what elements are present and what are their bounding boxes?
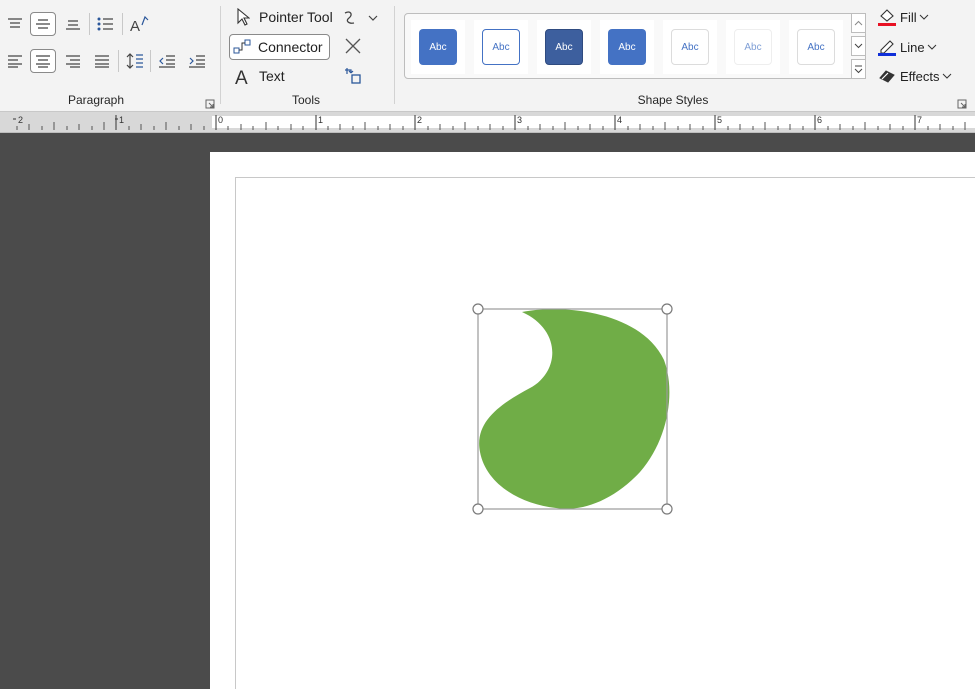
shape-styles-dialog-launcher-icon[interactable] — [957, 96, 967, 109]
fill-label: Fill — [900, 9, 917, 25]
gallery-scroll-down-icon[interactable] — [851, 36, 866, 56]
gallery-scroll-up-icon[interactable] — [851, 13, 866, 33]
divider — [122, 13, 123, 35]
ruler-number: 5 — [717, 115, 723, 125]
text-direction-icon[interactable]: A — [126, 12, 152, 36]
ruler-minus-marks — [13, 118, 16, 120]
align-middle-icon[interactable] — [30, 12, 56, 36]
effects-icon — [877, 66, 897, 86]
ruler-number: 3 — [517, 115, 523, 125]
chevron-down-icon — [919, 14, 928, 20]
align-right-icon[interactable] — [60, 49, 86, 73]
align-left-icon[interactable] — [2, 49, 28, 73]
ribbon: A Paragraph Pointer Tool Connector A Tex… — [0, 0, 975, 112]
divider — [118, 50, 119, 72]
fill-button[interactable]: Fill — [877, 6, 929, 28]
style-swatch-7[interactable]: Abc — [789, 20, 843, 74]
ruler-number: 0 — [218, 115, 224, 125]
style-chip: Abc — [419, 29, 457, 65]
shape-styles-gallery: Abc Abc Abc Abc Abc Abc Abc — [404, 13, 866, 79]
pointer-tool-button[interactable]: Pointer Tool — [233, 5, 333, 29]
style-swatch-1[interactable]: Abc — [411, 20, 465, 74]
paragraph-group-label: Paragraph — [67, 93, 125, 107]
chevron-down-icon — [942, 73, 951, 79]
style-chip: Abc — [797, 29, 835, 65]
ruler-minus-marks — [115, 118, 118, 120]
paint-bucket-icon — [877, 7, 897, 27]
connector-label: Connector — [258, 39, 323, 55]
style-chip: Abc — [482, 29, 520, 65]
effects-button[interactable]: Effects — [877, 65, 952, 87]
pointer-tool-label: Pointer Tool — [259, 9, 333, 25]
style-chip: Abc — [671, 29, 709, 65]
style-chip: Abc — [734, 29, 772, 65]
line-label: Line — [900, 39, 925, 55]
bullets-icon[interactable] — [92, 12, 118, 36]
group-separator — [220, 6, 221, 104]
resize-handle-bottom-left[interactable] — [472, 503, 484, 515]
style-swatch-2[interactable]: Abc — [474, 20, 528, 74]
ruler-ticks — [16, 115, 966, 130]
ruler-number: 4 — [617, 115, 623, 125]
pointer-icon — [233, 7, 253, 27]
pen-icon — [877, 37, 897, 57]
tools-group-label: Tools — [291, 93, 320, 107]
line-spacing-icon[interactable] — [122, 49, 148, 73]
align-top-icon[interactable] — [2, 12, 28, 36]
svg-text:A: A — [235, 68, 248, 86]
style-swatch-5[interactable]: Abc — [663, 20, 717, 74]
align-bottom-icon[interactable] — [60, 12, 86, 36]
connector-icon — [232, 37, 252, 57]
decrease-indent-icon[interactable] — [154, 49, 180, 73]
resize-handle-top-right[interactable] — [661, 303, 673, 315]
shape-styles-group-label: Shape Styles — [637, 93, 709, 107]
change-shape-icon[interactable] — [340, 64, 366, 88]
justify-icon[interactable] — [89, 49, 115, 73]
align-center-icon[interactable] — [30, 49, 56, 73]
effects-label: Effects — [900, 68, 940, 84]
gallery-more-icon[interactable] — [851, 59, 866, 79]
connector-button[interactable]: Connector — [229, 34, 330, 60]
line-tool-dropdown[interactable] — [340, 6, 380, 30]
line-button[interactable]: Line — [877, 36, 937, 58]
paragraph-dialog-launcher-icon[interactable] — [205, 96, 215, 109]
ruler-number: 7 — [917, 115, 923, 125]
divider — [89, 13, 90, 35]
text-tool-icon: A — [233, 66, 253, 86]
style-chip: Abc — [545, 29, 583, 65]
chevron-down-icon — [927, 44, 936, 50]
style-swatch-6[interactable]: Abc — [726, 20, 780, 74]
text-tool-button[interactable]: A Text — [233, 64, 285, 88]
horizontal-ruler[interactable]: 2 1 0 1 2 3 4 5 6 7 — [0, 112, 975, 133]
resize-handle-bottom-right[interactable] — [661, 503, 673, 515]
style-chip: Abc — [608, 29, 646, 65]
page-margin-guide — [235, 177, 975, 178]
teardrop-shape[interactable] — [479, 309, 670, 509]
group-separator — [394, 6, 395, 104]
page-margin-guide — [235, 177, 236, 689]
ruler-number: 6 — [817, 115, 823, 125]
resize-handle-top-left[interactable] — [472, 303, 484, 315]
close-x-icon[interactable] — [340, 34, 366, 58]
style-swatch-3[interactable]: Abc — [537, 20, 591, 74]
divider — [150, 50, 151, 72]
selected-shape[interactable] — [470, 300, 676, 520]
increase-indent-icon[interactable] — [184, 49, 210, 73]
svg-text:A: A — [130, 18, 140, 33]
text-tool-label: Text — [259, 68, 285, 84]
ruler-number: 1 — [318, 115, 324, 125]
ruler-number: 2 — [417, 115, 423, 125]
style-swatch-4[interactable]: Abc — [600, 20, 654, 74]
